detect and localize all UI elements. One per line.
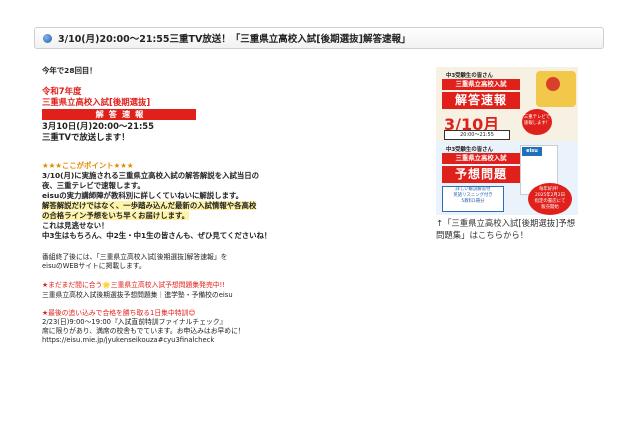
exam-name: 三重県立高校入試[後期選抜] — [42, 97, 151, 107]
article-body: 今年で28回目！ 令和7年度 三重県立高校入試[後期選抜] 解答速報 3月10日… — [42, 66, 292, 346]
after-line: 番組終了後には、「三重県立高校入試[後期選抜]解答速報」を — [42, 253, 228, 261]
promo2-line: 2/23(日)9:00～19:00『入試直前特訓ファイナルチェック』 — [42, 318, 227, 327]
kaito-sokuho-banner: 解答速報 — [42, 109, 196, 120]
after-line: eisuのWEBサイトに掲載します。 — [42, 262, 146, 271]
poster-top: 中3受験生の皆さん 三重県立高校入試 解答速報 3/10月 20:00～21:5… — [436, 67, 578, 141]
reiwa-year: 令和7年度 — [42, 86, 82, 96]
daruma-icon — [546, 77, 560, 91]
point-line: eisuの実力講師陣が教科別に詳しくていねいに解説します。 — [42, 191, 244, 200]
sidebar: 中3受験生の皆さん 三重県立高校入試 解答速報 3/10月 20:00～21:5… — [436, 67, 578, 241]
promo1-link[interactable]: 三重県立高校入試後期選抜予想問題集｜進学塾・予備校のeisu — [42, 291, 292, 300]
star-line: 販売開始 — [541, 205, 559, 210]
poster-tv-badge: 三重テレビで速報します！ — [522, 109, 552, 135]
poster-title1: 三重県立高校入試 — [442, 79, 520, 90]
poster-notes: 詳しい解説解答付 英語リスニング付き 5教科1冊分 — [442, 186, 504, 212]
article-header: 3/10(月)20:00～21:55三重TV放送！「三重県立高校入試[後期選抜]… — [34, 27, 604, 49]
poster-note: 5教科1冊分 — [461, 199, 485, 204]
point-line: 中3生はもちろん、中2生・中1生の皆さんも、ぜひ見てくださいね！ — [42, 231, 272, 240]
poster-title2: 三重県立高校入試 — [442, 153, 520, 164]
point-line: 3/10(月)に実施される三重県立高校入試の解答解説を入試当日の — [42, 171, 260, 180]
poster-image[interactable]: 中3受験生の皆さん 三重県立高校入試 解答速報 3/10月 20:00～21:5… — [436, 67, 578, 215]
poster-star-badge: 毎年好評！ 2025年2月2日 指定の書店にて 販売開始 — [528, 183, 572, 215]
poster-yoso: 予想問題 — [442, 166, 520, 183]
promo2-title: ★最後の追い込みで合格を勝ち取る1日集中特訓😊 — [42, 308, 196, 317]
intro-text: 今年で28回目！ — [42, 66, 97, 75]
poster-time: 20:00～21:55 — [444, 130, 510, 140]
poster-kaito: 解答速報 — [442, 92, 520, 109]
point-line: の合格ライン予想をいち早くお届けします。 — [42, 211, 190, 220]
promo2-url[interactable]: https://eisu.mie.jp/jyukenseikouza#cyu3f… — [42, 336, 292, 345]
point-line: これは見逃せない！ — [42, 221, 109, 230]
eisu-logo: eisu — [522, 147, 542, 156]
point-title: ★★★ここがポイント★★★ — [42, 161, 134, 170]
broadcast-channel: 三重TVで放送します！ — [42, 132, 130, 142]
broadcast-datetime: 3月10日(月)20:00～21:55 — [42, 121, 154, 131]
poster-sub1: 中3受験生の皆さん — [446, 73, 493, 79]
article-title: 3/10(月)20:00～21:55三重TV放送！「三重県立高校入試[後期選抜]… — [58, 34, 411, 45]
poster-sub2: 中3受験生の皆さん — [446, 147, 493, 153]
point-line: 夜、三重テレビで速報します。 — [42, 181, 145, 190]
promo1-title: ★まだまだ間に合う🌟三重県立高校入試予想問題集発売中!! — [42, 281, 225, 290]
point-line: 解答解説だけではなく、一歩踏み込んだ最新の入試情報や各高校 — [42, 201, 257, 210]
poster-bottom: eisu 中3受験生の皆さん 三重県立高校入試 予想問題 詳しい解説解答付 英語… — [436, 141, 578, 215]
promo2-line: 席に限りがあり、満席の校舎もでています。お申込みはお早めに！ — [42, 327, 245, 336]
poster-caption-link[interactable]: ↑「三重県立高校入試[後期選抜]予想問題集」はこちらから！ — [436, 217, 578, 241]
bullet-icon — [43, 33, 52, 43]
